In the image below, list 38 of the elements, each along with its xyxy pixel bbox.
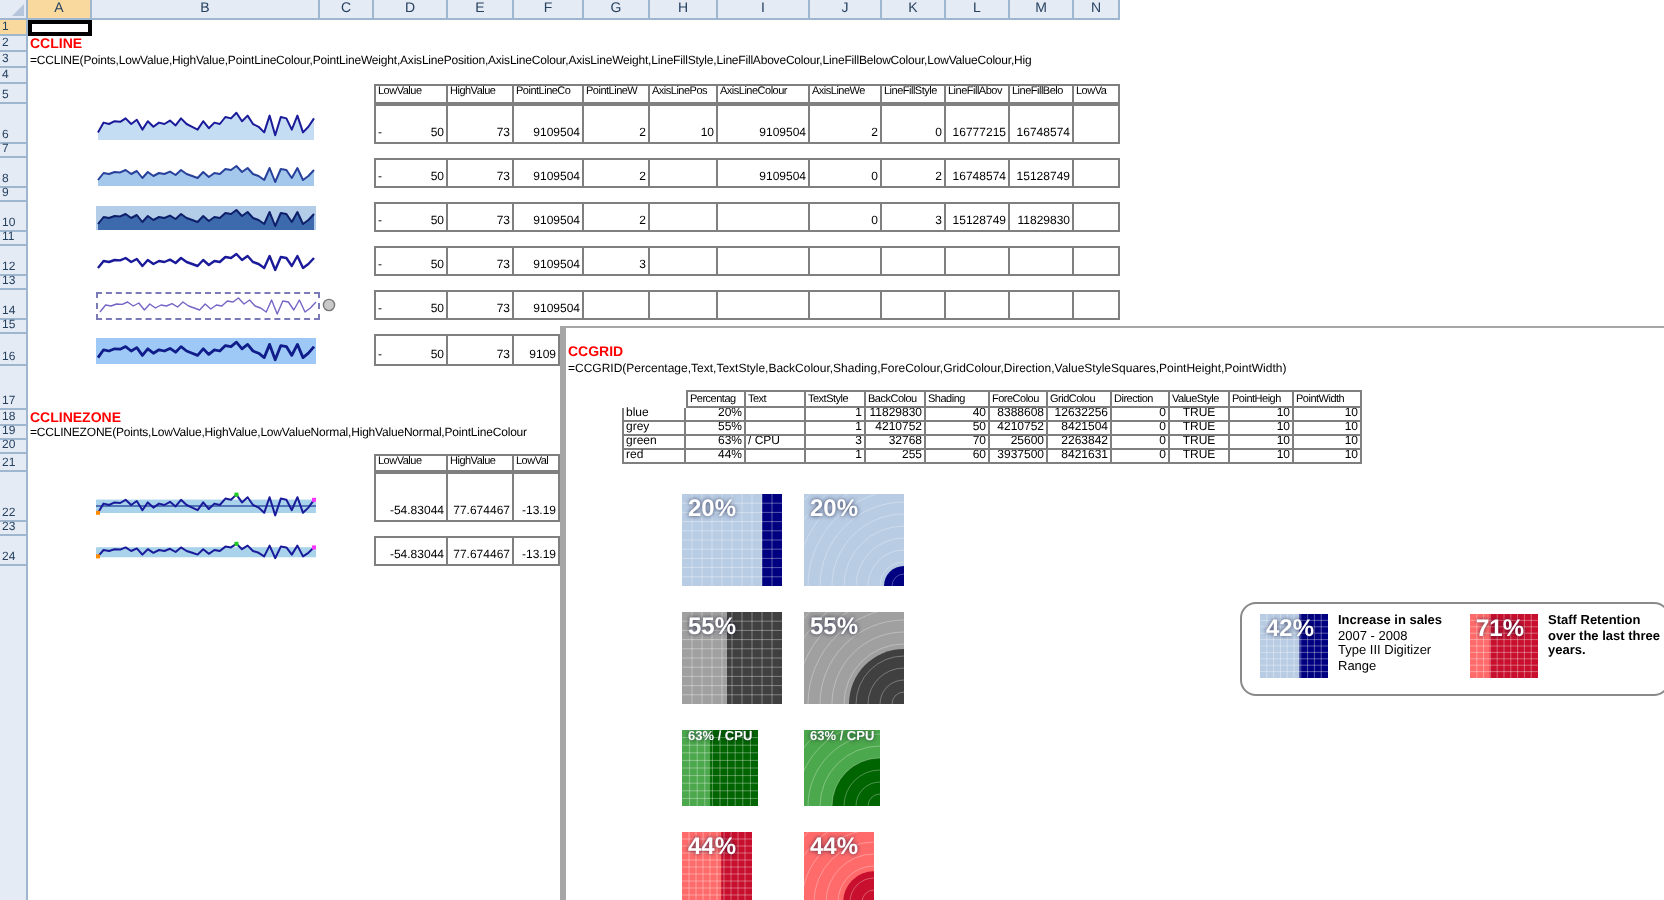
empty-cell (1074, 290, 1120, 320)
tile-label: 20% (688, 496, 737, 520)
empty-cell (650, 158, 718, 188)
empty-cell (810, 246, 882, 276)
empty-cell (718, 202, 810, 232)
empty-cell (650, 290, 718, 320)
empty-cell (882, 246, 946, 276)
tile-label: 55% (688, 614, 737, 638)
empty-cell (1074, 158, 1120, 188)
empty-cell (882, 290, 946, 320)
empty-cell (946, 246, 1010, 276)
active-cell[interactable] (28, 20, 92, 36)
empty-cell (1074, 246, 1120, 276)
square-grid-tile (1470, 614, 1538, 678)
empty-cell (584, 290, 650, 320)
quarter-circle-tile (804, 494, 904, 586)
tile-label: 71% (1476, 616, 1525, 640)
empty-cell (810, 290, 882, 320)
square-grid-tile (682, 612, 782, 704)
empty-cell (650, 246, 718, 276)
rotate-handle-icon[interactable] (322, 298, 336, 312)
tile-label: 55% (810, 614, 859, 638)
empty-cell (1074, 202, 1120, 232)
tile-label: 44% (688, 834, 737, 858)
empty-cell (650, 202, 718, 232)
empty-cell (746, 450, 806, 464)
empty-cell (718, 246, 810, 276)
empty-cell (946, 290, 1010, 320)
empty-cell (1010, 290, 1074, 320)
tile-label: 44% (810, 834, 859, 858)
square-grid-tile (682, 730, 758, 806)
quarter-circle-tile (804, 730, 880, 806)
empty-cell (1010, 246, 1074, 276)
quarter-circle-tile (804, 612, 904, 704)
empty-cell (1074, 104, 1120, 144)
empty-cell (718, 290, 810, 320)
tile-label: 20% (810, 496, 859, 520)
square-grid-tile (682, 494, 782, 586)
